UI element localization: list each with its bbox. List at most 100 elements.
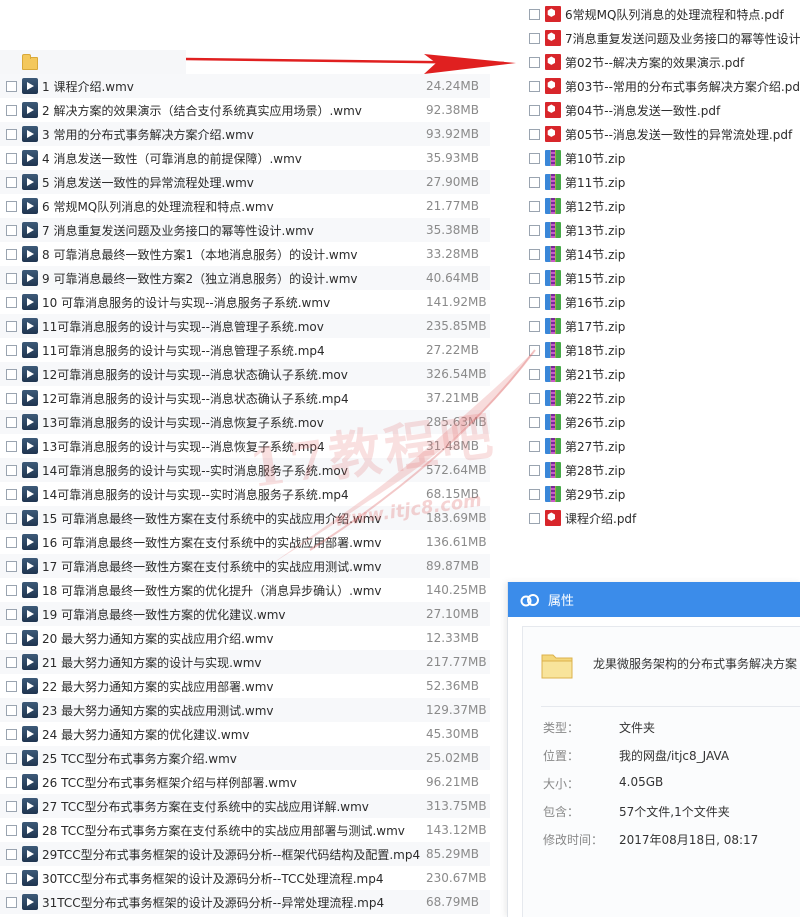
file-row[interactable]: 第15节.zip (529, 266, 625, 290)
checkbox[interactable] (6, 464, 17, 476)
checkbox[interactable] (6, 296, 17, 308)
file-row[interactable]: 第14节.zip (529, 242, 625, 266)
checkbox[interactable] (6, 392, 17, 404)
file-row[interactable]: 11可靠消息服务的设计与实现--消息管理子系统.mov 235.85MB (0, 314, 490, 338)
checkbox[interactable] (529, 8, 540, 20)
file-row[interactable]: 课程介绍.pdf (529, 506, 636, 530)
checkbox[interactable] (6, 176, 17, 188)
file-row[interactable]: 27 TCC型分布式事务方案在支付系统中的实战应用详解.wmv 313.75MB (0, 794, 490, 818)
checkbox[interactable] (6, 272, 17, 284)
file-row[interactable]: 25 TCC型分布式事务方案介绍.wmv 25.02MB (0, 746, 490, 770)
file-row[interactable]: 10 可靠消息服务的设计与实现--消息服务子系统.wmv 141.92MB (6, 290, 490, 314)
checkbox[interactable] (6, 704, 17, 716)
checkbox[interactable] (6, 416, 17, 428)
checkbox[interactable] (6, 512, 17, 524)
checkbox[interactable] (6, 800, 17, 812)
checkbox[interactable] (529, 128, 540, 140)
checkbox[interactable] (6, 752, 17, 764)
file-row[interactable]: 7消息重复发送问题及业务接口的幂等性设计 (529, 26, 800, 50)
checkbox[interactable] (529, 152, 540, 164)
file-row[interactable]: 19 可靠消息最终一致性方案的优化建议.wmv 27.10MB (0, 602, 490, 626)
checkbox[interactable] (6, 128, 17, 140)
file-row[interactable]: 6 常规MQ队列消息的处理流程和特点.wmv 21.77MB (6, 194, 490, 218)
checkbox[interactable] (529, 512, 540, 524)
checkbox[interactable] (6, 488, 17, 500)
file-row[interactable]: 22 最大努力通知方案的实战应用部署.wmv 52.36MB (6, 674, 490, 698)
checkbox[interactable] (6, 104, 17, 116)
checkbox[interactable] (6, 368, 17, 380)
checkbox[interactable] (529, 32, 540, 44)
file-row[interactable]: 24 最大努力通知方案的优化建议.wmv 45.30MB (6, 722, 490, 746)
checkbox[interactable] (6, 80, 17, 92)
checkbox[interactable] (529, 224, 540, 236)
checkbox[interactable] (529, 464, 540, 476)
checkbox[interactable] (6, 656, 17, 668)
checkbox[interactable] (529, 440, 540, 452)
file-row[interactable]: 28 TCC型分布式事务方案在支付系统中的实战应用部署与测试.wmv 143.12… (6, 818, 490, 842)
checkbox[interactable] (6, 200, 17, 212)
checkbox[interactable] (529, 344, 540, 356)
checkbox[interactable] (6, 680, 17, 692)
file-row[interactable]: 第27节.zip (529, 434, 625, 458)
checkbox[interactable] (529, 248, 540, 260)
checkbox[interactable] (529, 272, 540, 284)
checkbox[interactable] (529, 104, 540, 116)
file-row[interactable]: 第29节.zip (529, 482, 625, 506)
checkbox[interactable] (529, 416, 540, 428)
file-row[interactable]: 2 解决方案的效果演示（结合支付系统真实应用场景）.wmv 92.38MB (6, 98, 490, 122)
file-row[interactable]: 第16节.zip (529, 290, 625, 314)
file-row[interactable]: 4 消息发送一致性（可靠消息的前提保障）.wmv 35.93MB (6, 146, 490, 170)
checkbox[interactable] (6, 632, 17, 644)
checkbox[interactable] (6, 584, 17, 596)
checkbox[interactable] (6, 560, 17, 572)
checkbox[interactable] (6, 608, 17, 620)
checkbox[interactable] (6, 536, 17, 548)
checkbox[interactable] (6, 248, 17, 260)
file-row[interactable]: 第28节.zip (529, 458, 625, 482)
file-row[interactable]: 第26节.zip (529, 410, 625, 434)
file-row[interactable]: 5 消息发送一致性的异常流程处理.wmv 27.90MB (0, 170, 490, 194)
file-row[interactable]: 第02节--解决方案的效果演示.pdf (529, 50, 744, 74)
checkbox[interactable] (6, 728, 17, 740)
file-row[interactable]: 1 课程介绍.wmv 24.24MB (0, 74, 490, 98)
file-row[interactable]: 第21节.zip (529, 362, 625, 386)
checkbox[interactable] (529, 392, 540, 404)
checkbox[interactable] (6, 320, 17, 332)
file-row[interactable]: 21 最大努力通知方案的设计与实现.wmv 217.77MB (0, 650, 490, 674)
file-row[interactable]: 第12节.zip (529, 194, 625, 218)
checkbox[interactable] (529, 368, 540, 380)
file-row[interactable]: 23 最大努力通知方案的实战应用测试.wmv 129.37MB (0, 698, 490, 722)
file-row[interactable]: 第10节.zip (529, 146, 625, 170)
checkbox[interactable] (6, 896, 17, 908)
file-row[interactable]: 第11节.zip (529, 170, 625, 194)
file-row[interactable]: 12可靠消息服务的设计与实现--消息状态确认子系统.mov 326.54MB (0, 362, 490, 386)
file-row[interactable]: 17 可靠消息最终一致性方案在支付系统中的实战应用测试.wmv 89.87MB (0, 554, 490, 578)
checkbox[interactable] (529, 296, 540, 308)
checkbox[interactable] (6, 440, 17, 452)
folder-row[interactable]: 微服务架构分布式课程pdf (0, 50, 186, 74)
file-row[interactable]: 第17节.zip (529, 314, 625, 338)
file-row[interactable]: 第22节.zip (529, 386, 625, 410)
file-row[interactable]: 第18节.zip (529, 338, 625, 362)
file-row[interactable]: 20 最大努力通知方案的实战应用介绍.wmv 12.33MB (6, 626, 490, 650)
file-row[interactable]: 30TCC型分布式事务框架的设计及源码分析--TCC处理流程.mp4 230.67… (6, 866, 490, 890)
file-row[interactable]: 3 常用的分布式事务解决方案介绍.wmv 93.92MB (0, 122, 490, 146)
file-row[interactable]: 31TCC型分布式事务框架的设计及源码分析--异常处理流程.mp4 68.79MB (0, 890, 490, 914)
checkbox[interactable] (529, 80, 540, 92)
checkbox[interactable] (529, 200, 540, 212)
checkbox[interactable] (529, 488, 540, 500)
checkbox[interactable] (6, 848, 17, 860)
file-row[interactable]: 9 可靠消息最终一致性方案2（独立消息服务）的设计.wmv 40.64MB (0, 266, 490, 290)
checkbox[interactable] (529, 56, 540, 68)
file-row[interactable]: 18 可靠消息最终一致性方案的优化提升（消息异步确认）.wmv 140.25MB (6, 578, 490, 602)
file-row[interactable]: 29TCC型分布式事务框架的设计及源码分析--框架代码结构及配置.mp4 85.2… (0, 842, 490, 866)
file-row[interactable]: 11可靠消息服务的设计与实现--消息管理子系统.mp4 27.22MB (6, 338, 490, 362)
file-row[interactable]: 7 消息重复发送问题及业务接口的幂等性设计.wmv 35.38MB (0, 218, 490, 242)
file-row[interactable]: 第13节.zip (529, 218, 625, 242)
file-row[interactable]: 第05节--消息发送一致性的异常流处理.pdf (529, 122, 792, 146)
checkbox[interactable] (6, 344, 17, 356)
file-row[interactable]: 16 可靠消息最终一致性方案在支付系统中的实战应用部署.wmv 136.61MB (6, 530, 490, 554)
checkbox[interactable] (6, 824, 17, 836)
checkbox[interactable] (6, 152, 17, 164)
file-row[interactable]: 8 可靠消息最终一致性方案1（本地消息服务）的设计.wmv 33.28MB (6, 242, 490, 266)
